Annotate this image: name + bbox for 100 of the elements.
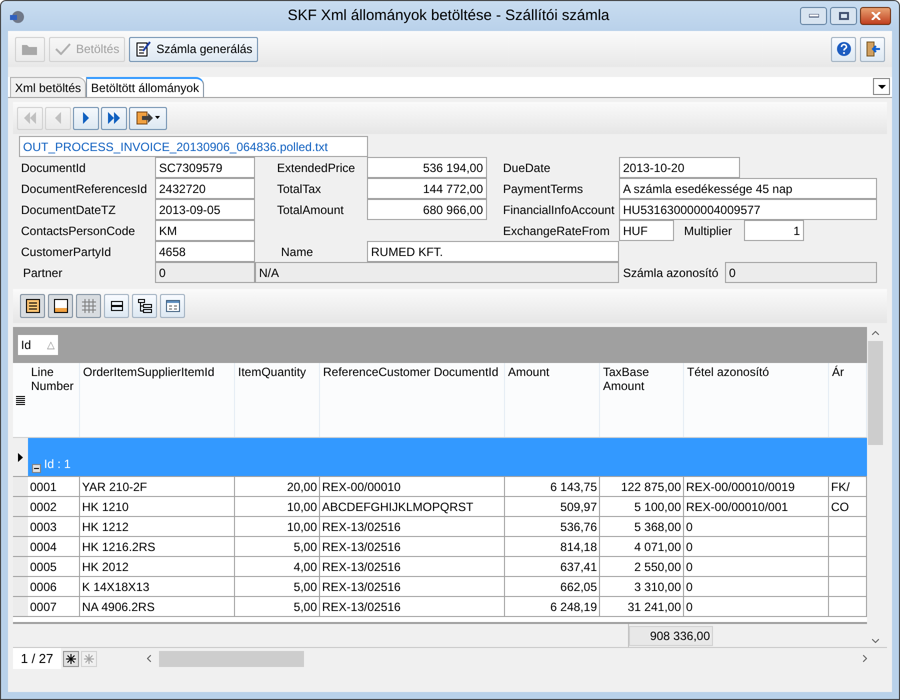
table-cell: 6 248,19 [505,597,600,616]
last-button[interactable] [101,106,127,130]
minimize-icon [808,14,818,18]
check-icon [55,43,71,55]
group-by-chip[interactable]: Id △ [18,335,58,355]
table-cell: 0003 [28,517,80,536]
help-icon [836,41,852,57]
scroll-up-icon [872,331,879,335]
table-cell: 5,00 [235,597,320,616]
close-icon [870,12,880,20]
table-cell: 20,00 [235,477,320,496]
table-cell: REX-13/02516 [320,577,505,596]
field-label: DocumentDateTZ [21,202,116,218]
generate-invoice-button[interactable]: Számla generálás [129,36,258,62]
tab[interactable]: Xml betöltés [10,77,86,97]
table-cell: REX-00/00010/0019 [684,477,829,496]
grid-lines-toggle[interactable] [76,294,101,318]
text-field[interactable]: RUMED KFT. [367,241,619,262]
band-toggle[interactable] [104,294,129,318]
record-position: 1 / 27 [13,648,61,669]
text-field[interactable]: 2013-10-20 [619,157,740,178]
field-label: FinancialInfoAccount [503,202,614,218]
column-header[interactable]: ItemQuantity [235,363,320,437]
export-button[interactable] [129,106,167,130]
field-label: Számla azonosító [623,264,718,282]
double-right-arrow-icon [107,112,121,124]
text-field[interactable]: 2432720 [155,178,255,199]
text-field[interactable]: 144 772,00 [367,178,487,199]
next-button[interactable] [73,106,99,130]
scroll-right-icon [863,655,867,662]
tab[interactable]: Betöltött állományok [86,77,204,97]
maximize-button[interactable] [830,7,857,25]
table-cell: 509,97 [505,497,600,516]
exit-button[interactable] [860,36,885,62]
column-header[interactable]: Tétel azonosító [684,363,829,437]
close-button[interactable] [860,7,891,25]
window-title: SKF Xml állományok betöltése - Szállítói számla [286,6,610,26]
text-field[interactable]: HUF [619,220,674,241]
collapse-icon[interactable] [32,464,41,473]
file-name-field[interactable]: OUT_PROCESS_INVOICE_20130906_064836.polled.txt [19,136,368,157]
text-field[interactable]: 536 194,00 [367,157,487,178]
column-header[interactable]: Amount [505,363,600,437]
column-header[interactable]: OrderItemSupplierItemId [80,363,235,437]
column-header[interactable]: Line Number [28,363,80,437]
minimize-button[interactable] [800,7,827,25]
table-cell: NA 4906.2RS [80,597,235,616]
group-panel-toggle[interactable] [20,294,45,318]
field-label: DueDate [503,160,550,176]
tab-dropdown-button[interactable] [873,78,890,95]
field-label: ExchangeRateFrom [503,222,610,240]
footer-toggle[interactable] [48,294,73,318]
table-cell: REX-13/02516 [320,597,505,616]
card-view-icon [164,298,180,314]
table-cell: 0005 [28,557,80,576]
add-record-button[interactable] [63,650,79,666]
column-header[interactable]: ReferenceCustomer DocumentId [320,363,505,437]
table-cell: 5,00 [235,577,320,596]
table-cell: 10,00 [235,517,320,536]
table-cell: 0002 [28,497,80,516]
table-cell: 122 875,00 [600,477,684,496]
field-label: CustomerPartyId [21,244,112,260]
table-cell: HK 1212 [80,517,235,536]
table-cell: REX-00/00010 [320,477,505,496]
table-cell: 0 [684,537,829,556]
text-field[interactable]: 2013-09-05 [155,199,255,220]
text-field[interactable]: A számla esedékessége 45 nap [619,178,877,199]
grid-lines-icon [80,298,96,314]
left-arrow-icon [54,112,62,124]
caret-icon [878,84,886,88]
document-pen-icon [135,41,152,57]
field-label: DocumentId [21,160,86,176]
text-field[interactable]: 680 966,00 [367,199,487,220]
tree-toggle[interactable] [132,294,157,318]
text-field[interactable]: KM [155,220,255,241]
table-cell: ABCDEFGHIJKLMOPQRST [320,497,505,516]
group-panel-icon [24,298,40,314]
table-cell: 536,76 [505,517,600,536]
table-cell: 5 100,00 [600,497,684,516]
field-label: TotalAmount [277,202,344,218]
table-cell: REX-13/02516 [320,537,505,556]
table-cell: 814,18 [505,537,600,556]
table-cell: 4,00 [235,557,320,576]
table-cell: 637,41 [505,557,600,576]
text-field[interactable]: N/A [255,262,619,283]
text-field[interactable]: 0 [155,262,255,283]
text-field[interactable]: 1 [744,220,804,241]
right-arrow-icon [82,112,90,124]
table-cell: 0 [684,577,829,596]
table-cell: 662,05 [505,577,600,596]
text-field[interactable]: 0 [725,262,877,283]
help-button[interactable] [831,36,856,62]
text-field[interactable]: HU531630000004009577 [619,199,877,220]
column-header[interactable]: TaxBase Amount [600,363,684,437]
table-cell: 10,00 [235,497,320,516]
table-cell: HK 1216.2RS [80,537,235,556]
field-label: Partner [23,264,62,282]
text-field[interactable]: 4658 [155,241,255,262]
card-toggle[interactable] [160,294,185,318]
table-cell: 0001 [28,477,80,496]
text-field[interactable]: SC7309579 [155,157,255,178]
